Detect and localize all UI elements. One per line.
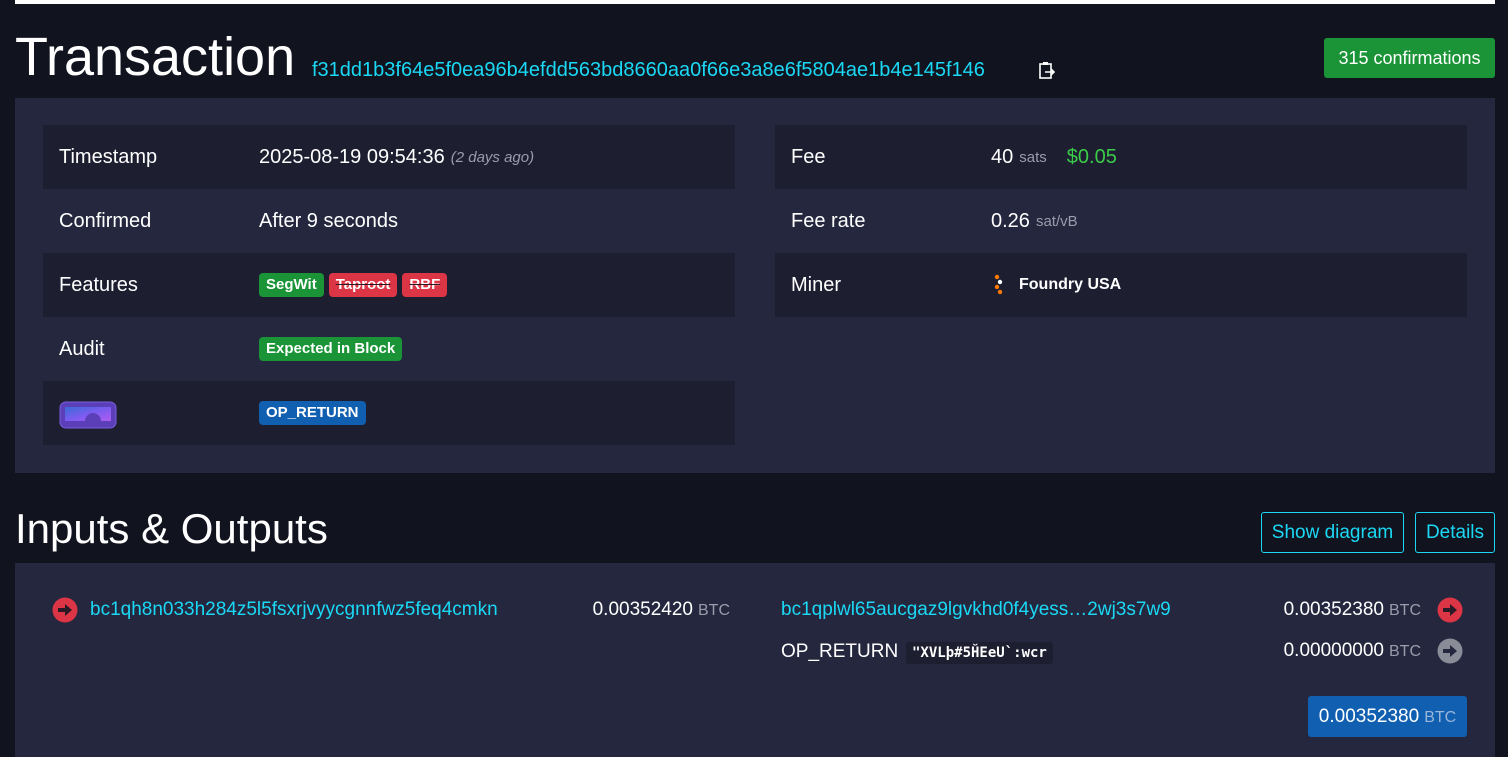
accelerator-icon[interactable] [59,401,117,429]
row-miner: Miner Foundry USA [775,253,1467,317]
row-features: Features SegWit Taproot RBF [43,253,735,317]
details-button[interactable]: Details [1415,512,1495,553]
confirmed-label: Confirmed [59,210,152,232]
page-title: Transaction [15,27,296,87]
fee-label: Fee [791,146,826,168]
miner-value[interactable]: Foundry USA [991,253,1121,317]
row-fee-rate: Fee rate 0.26 sat/vB [775,189,1467,253]
timestamp-ago: (2 days ago) [450,148,535,166]
top-progress-bar [15,0,1495,4]
transaction-details: Timestamp 2025-08-19 09:54:36 (2 days ag… [15,98,1495,473]
fee-rate-amount: 0.26 [991,209,1030,232]
timestamp-label: Timestamp [59,146,158,168]
arrow-right-grey-icon [1437,638,1463,664]
feature-rbf-badge[interactable]: RBF [402,273,448,297]
output-address-link[interactable]: bc1qplwl65aucgaz9lgvkhd0f4yess…2wj3s7w9 [781,598,1171,622]
audit-badge[interactable]: Expected in Block [259,337,403,361]
confirmations-badge: 315 confirmations [1324,38,1495,78]
copy-icon[interactable] [1038,61,1056,81]
details-table-right: Fee 40 sats $0.05 Fee rate 0.26 sat/vB M… [775,125,1467,317]
row-accelerator: OP_RETURN [43,381,735,445]
output-amount: 0.00352380 BTC [1283,599,1421,620]
feature-taproot-badge[interactable]: Taproot [328,273,398,297]
confirmed-value: After 9 seconds [259,209,398,232]
foundry-logo-icon [994,274,1003,295]
timestamp-date: 2025-08-19 09:54:36 [259,145,445,168]
timestamp-value: 2025-08-19 09:54:36 (2 days ago) [259,125,534,189]
details-table-left: Timestamp 2025-08-19 09:54:36 (2 days ag… [43,125,735,445]
total-output-badge: 0.00352380 BTC [1308,696,1467,737]
fee-fiat: $0.05 [1066,145,1117,168]
txid-link[interactable]: f31dd1b3f64e5f0ea96b4efdd563bd8660aa0f66… [312,58,985,82]
inputs-outputs-panel: bc1qh8n033h284z5l5fsxrjvyycgnnfwz5feq4cm… [15,563,1495,757]
accelerator-value: OP_RETURN [259,381,371,445]
input-address-link[interactable]: bc1qh8n033h284z5l5fsxrjvyycgnnfwz5feq4cm… [90,598,498,622]
fee-rate-label: Fee rate [791,210,866,232]
show-diagram-button[interactable]: Show diagram [1261,512,1404,553]
fee-rate-value: 0.26 sat/vB [991,189,1078,253]
audit-label: Audit [59,338,105,360]
arrow-right-red-icon[interactable] [52,597,78,623]
miner-label: Miner [791,274,842,296]
op-return-label: OP_RETURN [781,641,899,662]
op-return-badge[interactable]: OP_RETURN [259,401,366,425]
feature-segwit-badge[interactable]: SegWit [259,273,324,297]
arrow-right-red-icon[interactable] [1437,597,1463,623]
fee-value: 40 sats $0.05 [991,125,1117,189]
op-return-data: "XVLþ#5ȞEeU`:wcr [906,642,1053,664]
row-fee: Fee 40 sats $0.05 [775,125,1467,189]
inputs-outputs-title: Inputs & Outputs [15,505,328,552]
audit-value: Expected in Block [259,317,407,381]
row-confirmed: Confirmed After 9 seconds [43,189,735,253]
fee-amount: 40 [991,145,1014,168]
row-audit: Audit Expected in Block [43,317,735,381]
miner-name[interactable]: Foundry USA [1019,276,1121,294]
op-return-amount: 0.00000000 BTC [1283,640,1421,661]
fee-rate-unit: sat/vB [1035,212,1078,230]
features-label: Features [59,274,138,296]
features-value: SegWit Taproot RBF [259,253,452,317]
row-timestamp: Timestamp 2025-08-19 09:54:36 (2 days ag… [43,125,735,189]
input-amount: 0.00352420 BTC [592,599,730,620]
fee-unit: sats [1019,148,1047,166]
